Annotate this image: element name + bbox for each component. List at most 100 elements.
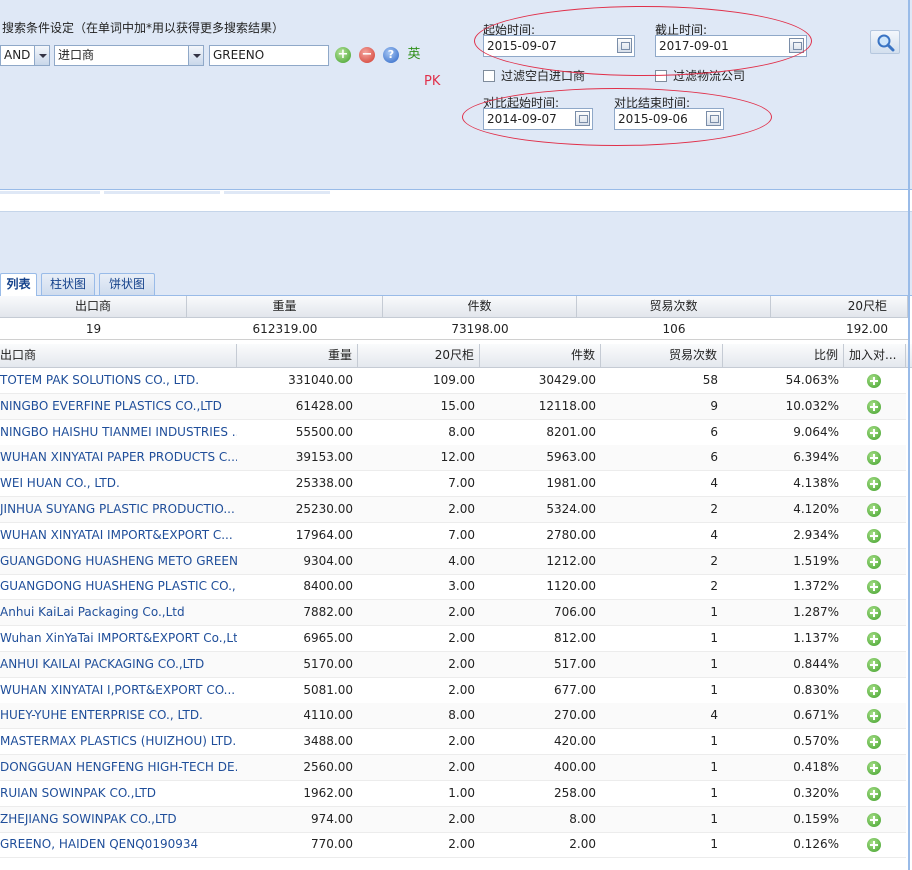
cell-exporter-name[interactable]: Anhui KaiLai Packaging Co.,Ltd [0, 600, 237, 625]
add-to-compare-button[interactable] [867, 451, 881, 466]
table-row[interactable]: GREENO, HAIDEN QENQ0190934 770.00 2.00 2.00… [0, 832, 906, 859]
cell-exporter-name[interactable]: WEI HUAN CO., LTD. [0, 471, 237, 496]
add-to-compare-button[interactable] [867, 761, 881, 775]
table-row[interactable]: WUHAN XINYATAI PAPER PRODUCTS C... 39153.… [0, 445, 906, 472]
table-row[interactable]: WUHAN XINYATAI I,PORT&EXPORT CO... 5081.0… [0, 678, 906, 704]
tab-bar-chart[interactable]: 柱状图 [41, 273, 95, 295]
column-header-teu[interactable]: 20尺柜 [358, 344, 480, 368]
table-row[interactable]: ZHEJIANG SOWINPAK CO.,LTD 974.00 2.00 8.00 1… [0, 806, 906, 833]
chevron-down-icon[interactable] [34, 46, 49, 65]
keyword-input[interactable]: GREENO [209, 45, 329, 66]
cell-trades: 4 [710, 476, 718, 491]
table-row[interactable]: DONGGUAN HENGFENG HIGH-TECH DE... 2560.00… [0, 755, 906, 781]
add-to-compare-button[interactable] [867, 709, 881, 724]
table-row[interactable]: TOTEM PAK SOLUTIONS CO., LTD. 331040.00 10… [0, 368, 906, 394]
cell-pieces: 8.00 [569, 811, 596, 826]
cell-exporter-name[interactable]: ANHUI KAILAI PACKAGING CO.,LTD [0, 652, 237, 677]
cell-ratio: 6.394% [793, 450, 839, 465]
cell-exporter-name[interactable]: TOTEM PAK SOLUTIONS CO., LTD. [0, 368, 237, 393]
column-header-pieces[interactable]: 件数 [480, 344, 601, 368]
cell-teu: 2.00 [448, 760, 475, 774]
remove-condition-button[interactable]: − [359, 47, 375, 63]
spacer-band [0, 212, 912, 272]
add-to-compare-button[interactable] [867, 683, 881, 698]
cell-pieces: 1120.00 [546, 579, 596, 594]
add-to-compare-button[interactable] [867, 812, 881, 827]
table-row[interactable]: HUEY-YUHE ENTERPRISE CO., LTD. 4110.00 8.0… [0, 703, 906, 730]
date-range-highlight-ellipse [474, 6, 812, 76]
cell-ratio: 0.320% [793, 785, 839, 800]
cell-exporter-name[interactable]: WUHAN XINYATAI I,PORT&EXPORT CO... [0, 678, 237, 703]
cell-pieces: 1981.00 [546, 476, 596, 491]
logic-operator-value: AND [4, 48, 31, 62]
column-header-trades[interactable]: 贸易次数 [601, 344, 723, 368]
table-row[interactable]: WUHAN XINYATAI IMPORT&EXPORT C... 17964.0… [0, 523, 906, 549]
table-row[interactable]: GUANGDONG HUASHENG METO GREEN... 9304.00 4… [0, 548, 906, 575]
table-row[interactable]: NINGBO HAISHU TIANMEI INDUSTRIES ... 5550… [0, 420, 906, 446]
cell-exporter-name[interactable]: GREENO, HAIDEN QENQ0190934 [0, 832, 237, 857]
column-header-exporter[interactable]: 出口商 [0, 344, 237, 368]
tab-list[interactable]: 列表 [0, 273, 37, 296]
toolbar-segment [0, 191, 100, 194]
add-to-compare-button[interactable] [867, 657, 881, 672]
add-to-compare-button[interactable] [867, 580, 881, 595]
cell-exporter-name[interactable]: MASTERMAX PLASTICS (HUIZHOU) LTD. [0, 729, 237, 754]
table-row[interactable]: GUANGDONG HUASHENG PLASTIC CO.,... 8400.0… [0, 574, 906, 601]
add-to-compare-button[interactable] [867, 399, 881, 414]
search-button[interactable] [870, 30, 900, 54]
cell-exporter-name[interactable]: HUEY-YUHE ENTERPRISE CO., LTD. [0, 703, 237, 728]
cell-pieces: 5963.00 [546, 450, 596, 465]
add-to-compare-button[interactable] [867, 735, 881, 750]
column-header-ratio[interactable]: 比例 [723, 344, 844, 368]
cell-exporter-name[interactable]: RUIAN SOWINPAK CO.,LTD [0, 781, 237, 806]
cell-exporter-name[interactable]: ZHEJIANG SOWINPAK CO.,LTD [0, 807, 237, 832]
add-to-compare-button[interactable] [867, 606, 881, 621]
cell-exporter-name[interactable]: GUANGDONG HUASHENG METO GREEN... [0, 549, 237, 574]
add-to-compare-button[interactable] [867, 503, 881, 517]
add-to-compare-button[interactable] [867, 374, 881, 388]
add-to-compare-button[interactable] [867, 528, 881, 543]
column-header-add-compare[interactable]: 加入对... [844, 344, 906, 368]
cell-teu: 2.00 [448, 502, 475, 516]
tab-pie-chart[interactable]: 饼状图 [99, 273, 155, 295]
cell-ratio: 54.063% [785, 373, 839, 387]
table-row[interactable]: RUIAN SOWINPAK CO.,LTD 1962.00 1.00 258.00 1… [0, 781, 906, 807]
cell-pieces: 258.00 [554, 785, 596, 800]
table-row[interactable]: MASTERMAX PLASTICS (HUIZHOU) LTD. 3488.00… [0, 729, 906, 756]
table-row[interactable]: Wuhan XinYaTai IMPORT&EXPORT Co.,Lt 6965.… [0, 626, 906, 652]
add-to-compare-button[interactable] [867, 477, 881, 492]
cell-exporter-name[interactable]: WUHAN XINYATAI IMPORT&EXPORT C... [0, 523, 237, 548]
cell-pieces: 2780.00 [546, 527, 596, 542]
table-row[interactable]: ANHUI KAILAI PACKAGING CO.,LTD 5170.00 2.0… [0, 651, 906, 678]
cell-pieces: 5324.00 [546, 502, 596, 516]
cell-exporter-name[interactable]: WUHAN XINYATAI PAPER PRODUCTS C... [0, 445, 237, 470]
table-row[interactable]: Anhui KaiLai Packaging Co.,Ltd 7882.00 2.0… [0, 600, 906, 627]
column-header-weight[interactable]: 重量 [237, 344, 358, 368]
table-row[interactable]: JINHUA SUYANG PLASTIC PRODUCTIO... 25230.… [0, 497, 906, 523]
logic-operator-select[interactable]: AND [0, 45, 50, 66]
cell-exporter-name[interactable]: DONGGUAN HENGFENG HIGH-TECH DE... [0, 755, 237, 780]
cell-exporter-name[interactable]: JINHUA SUYANG PLASTIC PRODUCTIO... [0, 497, 237, 522]
help-button[interactable]: ? [383, 47, 399, 63]
add-to-compare-button[interactable] [867, 786, 881, 801]
summary-weight-total: 612319.00 [187, 318, 383, 340]
english-toggle-button[interactable]: 英 [404, 45, 424, 65]
checkbox-box[interactable] [483, 70, 495, 82]
add-to-compare-button[interactable] [867, 554, 881, 569]
table-row[interactable]: WEI HUAN CO., LTD. 25338.00 7.00 1981.00 4 4.… [0, 471, 906, 498]
add-to-compare-button[interactable] [867, 632, 881, 646]
cell-exporter-name[interactable]: Wuhan XinYaTai IMPORT&EXPORT Co.,Lt [0, 626, 237, 651]
add-condition-button[interactable]: + [335, 47, 351, 63]
cell-weight: 9304.00 [303, 553, 353, 568]
cell-exporter-name[interactable]: NINGBO HAISHU TIANMEI INDUSTRIES ... [0, 420, 237, 445]
cell-teu: 2.00 [448, 811, 475, 826]
add-to-compare-button[interactable] [867, 425, 881, 440]
cell-exporter-name[interactable]: NINGBO EVERFINE PLASTICS CO.,LTD [0, 394, 237, 419]
table-row[interactable]: NINGBO EVERFINE PLASTICS CO.,LTD 61428.00… [0, 393, 906, 420]
add-to-compare-button[interactable] [867, 838, 881, 853]
cell-exporter-name[interactable]: GUANGDONG HUASHENG PLASTIC CO.,... [0, 574, 237, 599]
chevron-down-icon[interactable] [188, 46, 203, 65]
search-field-select[interactable]: 进口商 [54, 45, 204, 66]
cell-trades: 1 [710, 631, 718, 645]
cell-trades: 2 [710, 502, 718, 516]
